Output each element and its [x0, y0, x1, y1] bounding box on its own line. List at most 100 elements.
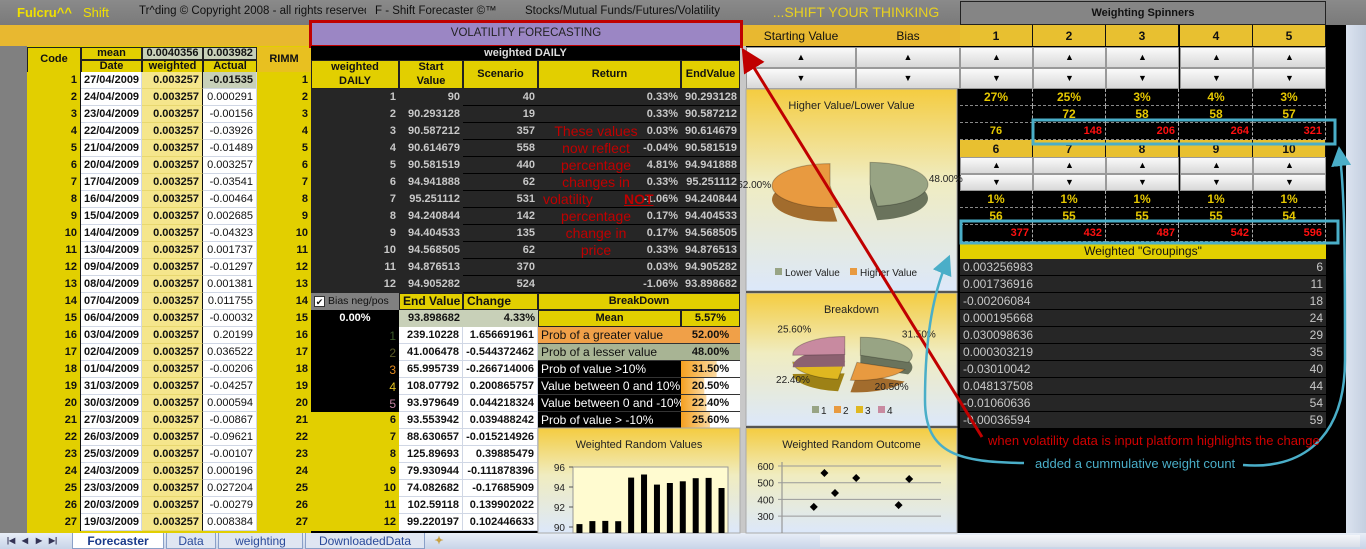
row-date[interactable]: 27/04/2009: [81, 72, 142, 89]
row-weighted[interactable]: 0.003257: [142, 463, 203, 480]
row-date[interactable]: 24/04/2009: [81, 89, 142, 106]
row-weighted[interactable]: 0.003257: [142, 140, 203, 157]
row-date[interactable]: 15/04/2009: [81, 208, 142, 225]
row-actual[interactable]: -0.00464: [203, 191, 257, 208]
spinner-up-button[interactable]: ▲: [1253, 47, 1326, 68]
row-date[interactable]: 17/04/2009: [81, 174, 142, 191]
row-date[interactable]: 30/03/2009: [81, 395, 142, 412]
row-weighted[interactable]: 0.003257: [142, 429, 203, 446]
row-actual[interactable]: 0.027204: [203, 480, 257, 497]
bias-down-button[interactable]: ▼: [856, 68, 960, 89]
row-weighted[interactable]: 0.003257: [142, 310, 203, 327]
row-actual[interactable]: -0.00156: [203, 106, 257, 123]
row-weighted[interactable]: 0.003257: [142, 344, 203, 361]
spinner-down-button[interactable]: ▼: [1180, 68, 1253, 89]
row-date[interactable]: 14/04/2009: [81, 225, 142, 242]
row-actual[interactable]: -0.00206: [203, 361, 257, 378]
row-actual[interactable]: 0.001737: [203, 242, 257, 259]
row-actual[interactable]: 0.008384: [203, 514, 257, 531]
row-date[interactable]: 09/04/2009: [81, 259, 142, 276]
row-weighted[interactable]: 0.003257: [142, 395, 203, 412]
row-date[interactable]: 31/03/2009: [81, 378, 142, 395]
row-actual[interactable]: 0.000291: [203, 89, 257, 106]
spinner-up-button[interactable]: ▲: [960, 47, 1033, 68]
row-actual[interactable]: -0.03541: [203, 174, 257, 191]
row-actual[interactable]: -0.01535: [203, 72, 257, 89]
checkbox-icon[interactable]: ✔: [314, 296, 325, 307]
spinner-up-button[interactable]: ▲: [1180, 157, 1253, 174]
spinner-up-button[interactable]: ▲: [1106, 157, 1179, 174]
tab-nav-first-button[interactable]: |◀: [4, 534, 18, 548]
bias-up-button[interactable]: ▲: [856, 47, 960, 68]
row-weighted[interactable]: 0.003257: [142, 412, 203, 429]
starting-value-up-button[interactable]: ▲: [746, 47, 856, 68]
tab-nav-last-button[interactable]: ▶|: [46, 534, 60, 548]
tab-nav-prev-button[interactable]: ◀: [18, 534, 32, 548]
starting-value-down-button[interactable]: ▼: [746, 68, 856, 89]
vertical-scrollbar[interactable]: [1346, 25, 1366, 533]
spinner-down-button[interactable]: ▼: [1253, 174, 1326, 191]
row-actual[interactable]: 0.000196: [203, 463, 257, 480]
row-actual[interactable]: -0.00867: [203, 412, 257, 429]
row-actual[interactable]: 0.000594: [203, 395, 257, 412]
tab-nav-next-button[interactable]: ▶: [32, 534, 46, 548]
row-date[interactable]: 20/04/2009: [81, 157, 142, 174]
row-actual[interactable]: 0.003257: [203, 157, 257, 174]
row-actual[interactable]: -0.01489: [203, 140, 257, 157]
bias-checkbox[interactable]: ✔ Bias neg/pos: [311, 293, 399, 310]
spinner-up-button[interactable]: ▲: [1033, 157, 1106, 174]
row-date[interactable]: 08/04/2009: [81, 276, 142, 293]
row-weighted[interactable]: 0.003257: [142, 191, 203, 208]
spinner-up-button[interactable]: ▲: [1253, 157, 1326, 174]
spinner-down-button[interactable]: ▼: [1106, 68, 1179, 89]
spinner-down-button[interactable]: ▼: [1106, 174, 1179, 191]
row-actual[interactable]: -0.03926: [203, 123, 257, 140]
row-weighted[interactable]: 0.003257: [142, 72, 203, 89]
spinner-up-button[interactable]: ▲: [1033, 47, 1106, 68]
row-date[interactable]: 07/04/2009: [81, 293, 142, 310]
row-weighted[interactable]: 0.003257: [142, 497, 203, 514]
row-date[interactable]: 24/03/2009: [81, 463, 142, 480]
row-date[interactable]: 21/04/2009: [81, 140, 142, 157]
row-date[interactable]: 16/04/2009: [81, 191, 142, 208]
row-weighted[interactable]: 0.003257: [142, 480, 203, 497]
row-actual[interactable]: -0.04257: [203, 378, 257, 395]
spinner-down-button[interactable]: ▼: [1253, 68, 1326, 89]
row-date[interactable]: 22/04/2009: [81, 123, 142, 140]
spinner-down-button[interactable]: ▼: [960, 174, 1033, 191]
row-weighted[interactable]: 0.003257: [142, 106, 203, 123]
row-date[interactable]: 01/04/2009: [81, 361, 142, 378]
row-actual[interactable]: 0.036522: [203, 344, 257, 361]
row-weighted[interactable]: 0.003257: [142, 174, 203, 191]
insert-sheet-button[interactable]: ✦: [427, 533, 451, 549]
row-date[interactable]: 02/04/2009: [81, 344, 142, 361]
row-date[interactable]: 27/03/2009: [81, 412, 142, 429]
row-date[interactable]: 03/04/2009: [81, 327, 142, 344]
row-actual[interactable]: 0.002685: [203, 208, 257, 225]
row-weighted[interactable]: 0.003257: [142, 259, 203, 276]
row-date[interactable]: 19/03/2009: [81, 514, 142, 531]
row-actual[interactable]: 0.011755: [203, 293, 257, 310]
row-date[interactable]: 25/03/2009: [81, 446, 142, 463]
spinner-down-button[interactable]: ▼: [1033, 68, 1106, 89]
sheet-tab-weighting[interactable]: weighting: [218, 533, 303, 549]
row-weighted[interactable]: 0.003257: [142, 225, 203, 242]
row-date[interactable]: 23/03/2009: [81, 480, 142, 497]
row-actual[interactable]: 0.20199: [203, 327, 257, 344]
row-date[interactable]: 26/03/2009: [81, 429, 142, 446]
row-weighted[interactable]: 0.003257: [142, 157, 203, 174]
row-weighted[interactable]: 0.003257: [142, 446, 203, 463]
row-date[interactable]: 20/03/2009: [81, 497, 142, 514]
sheet-tab-data[interactable]: Data: [166, 533, 216, 549]
sheet-tab-forecaster[interactable]: Forecaster: [72, 533, 164, 549]
row-weighted[interactable]: 0.003257: [142, 361, 203, 378]
row-actual[interactable]: -0.04323: [203, 225, 257, 242]
row-actual[interactable]: -0.00032: [203, 310, 257, 327]
spinner-up-button[interactable]: ▲: [960, 157, 1033, 174]
row-weighted[interactable]: 0.003257: [142, 208, 203, 225]
row-date[interactable]: 13/04/2009: [81, 242, 142, 259]
sheet-tab-downloadeddata[interactable]: DownloadedData: [305, 533, 425, 549]
spinner-down-button[interactable]: ▼: [1180, 174, 1253, 191]
spinner-up-button[interactable]: ▲: [1106, 47, 1179, 68]
row-weighted[interactable]: 0.003257: [142, 293, 203, 310]
